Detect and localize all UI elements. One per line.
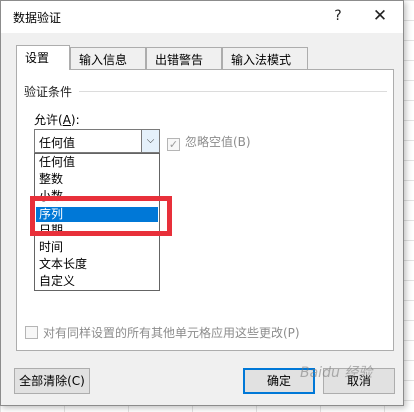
checkbox-checked-icon: ✓ — [167, 138, 180, 151]
help-icon[interactable]: ? — [325, 5, 351, 27]
group-divider — [79, 91, 387, 92]
tab-input-message[interactable]: 输入信息 — [70, 47, 146, 69]
allow-select[interactable]: 任何值 ⌵ — [34, 129, 160, 153]
dropdown-option-text-length[interactable]: 文本长度 — [36, 257, 158, 272]
validation-criteria-label: 验证条件 — [24, 85, 73, 99]
chevron-down-icon[interactable]: ⌵ — [141, 130, 159, 152]
dropdown-option-whole-number[interactable]: 整数 — [36, 172, 158, 187]
dropdown-option-custom[interactable]: 自定义 — [36, 274, 158, 289]
close-icon[interactable]: ✕ — [367, 5, 393, 27]
allow-label: 允许(A): — [34, 113, 80, 127]
allow-select-value: 任何值 — [39, 136, 76, 150]
dropdown-option-any[interactable]: 任何值 — [36, 155, 158, 170]
baidu-watermark: Baidu 经验 — [300, 365, 373, 381]
ignore-blank-checkbox[interactable]: ✓ 忽略空值(B) — [167, 133, 251, 151]
tab-error-alert[interactable]: 出错警告 — [146, 47, 222, 69]
clear-all-button[interactable]: 全部清除(C) — [14, 368, 90, 394]
title-bar: 数据验证 ? ✕ — [1, 1, 403, 33]
tab-settings[interactable]: 设置 — [16, 45, 70, 70]
tab-ime-mode[interactable]: 输入法模式 — [222, 47, 308, 69]
checkbox-unchecked-icon — [25, 326, 38, 339]
apply-all-checkbox[interactable]: 对有同样设置的所有其他单元格应用这些更改(P) — [25, 324, 300, 341]
dropdown-option-time[interactable]: 时间 — [36, 240, 158, 255]
dialog-title: 数据验证 — [13, 11, 62, 25]
annotation-highlight-box — [30, 196, 172, 236]
